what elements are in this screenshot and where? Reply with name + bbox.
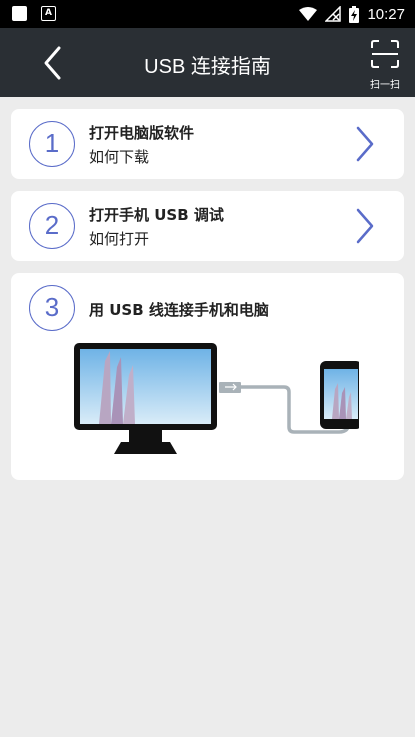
scan-button[interactable]: 扫一扫 — [363, 36, 407, 92]
step-card-2[interactable]: 2 打开手机 USB 调试 如何打开 — [11, 191, 404, 261]
app-header: USB 连接指南 扫一扫 — [0, 28, 415, 97]
step-card-3: 3 用 USB 线连接手机和电脑 — [11, 273, 404, 480]
monitor-icon — [74, 343, 217, 454]
usb-connection-illustration — [74, 343, 359, 454]
battery-charging-icon — [349, 5, 360, 23]
step-subtitle-1: 如何下载 — [89, 148, 150, 166]
scan-label: 扫一扫 — [370, 80, 400, 91]
chevron-right-icon — [356, 126, 374, 162]
notification-square-icon — [12, 6, 27, 21]
status-bar: A 10:27 — [0, 0, 415, 28]
step-subtitle-2: 如何打开 — [89, 230, 150, 248]
step-number-1: 1 — [29, 121, 75, 167]
phone-icon — [320, 361, 359, 429]
step-title-2: 打开手机 USB 调试 — [89, 206, 224, 224]
chevron-right-icon — [356, 208, 374, 244]
wifi-icon — [299, 7, 318, 21]
notification-a-icon: A — [41, 6, 56, 21]
step-number-3: 3 — [29, 285, 75, 331]
step-title-3: 用 USB 线连接手机和电脑 — [89, 301, 269, 319]
step-title-1: 打开电脑版软件 — [89, 124, 195, 142]
step-number-2: 2 — [29, 203, 75, 249]
clock: 10:27 — [367, 5, 405, 23]
scan-icon — [371, 40, 399, 68]
page-title: USB 连接指南 — [144, 56, 271, 78]
step-card-1[interactable]: 1 打开电脑版软件 如何下载 — [11, 109, 404, 179]
no-signal-icon — [325, 6, 342, 22]
